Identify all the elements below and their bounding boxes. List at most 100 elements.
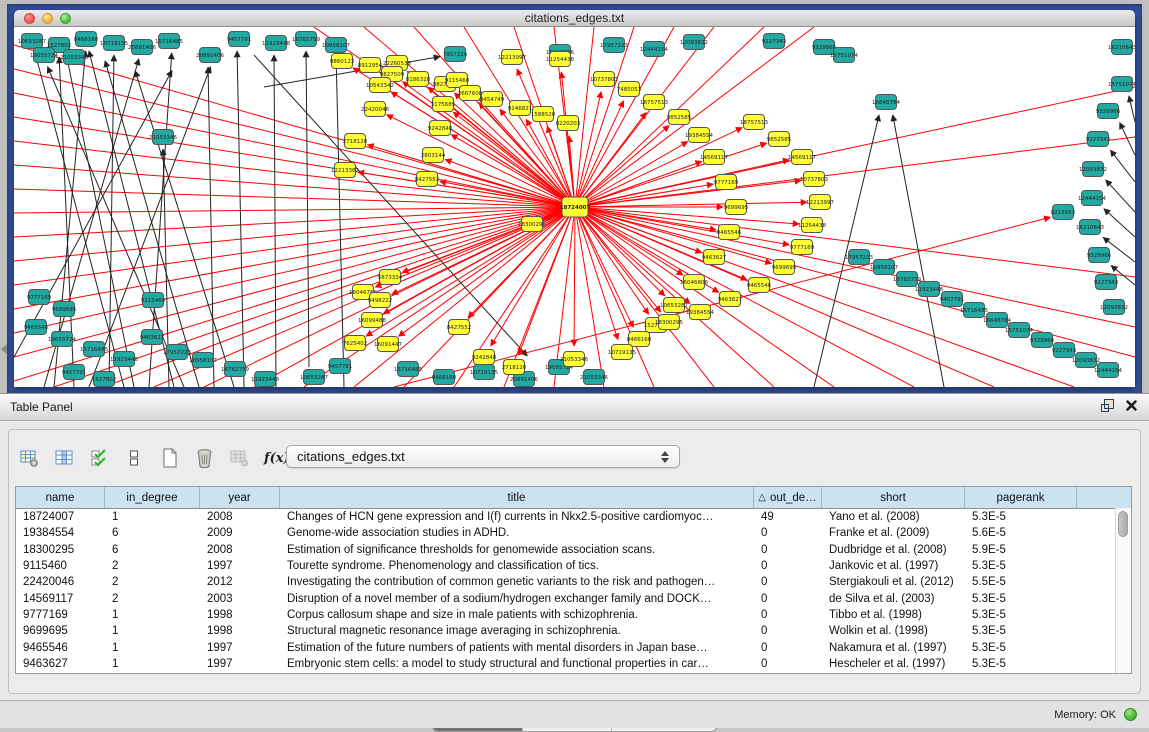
table-row[interactable]: 911546021997Tourette syndrome. Phenomeno… [16,558,1131,574]
table-row[interactable]: 1830029562008Estimation of significance … [16,542,1131,558]
cell-short[interactable]: Yano et al. (2008) [822,511,965,523]
merge-rows-icon[interactable] [124,448,144,468]
cell-in_degree[interactable]: 2 [105,593,200,605]
table-column-icon[interactable] [54,448,74,468]
cell-short[interactable]: Tibbo et al. (1998) [822,609,965,621]
cell-short[interactable]: Jankovic et al. (1997) [822,560,965,572]
column-header-year[interactable]: year [200,487,280,508]
cell-short[interactable]: Nakamura et al. (1997) [822,642,965,654]
cell-title[interactable]: Investigating the contribution of common… [280,576,754,588]
cell-year[interactable]: 2012 [200,576,280,588]
cell-in_degree[interactable]: 1 [105,625,200,637]
cell-name[interactable]: 18724007 [16,511,105,523]
new-document-icon[interactable] [159,448,179,468]
cell-year[interactable]: 1998 [200,609,280,621]
table-row[interactable]: 1872400712008Changes of HCN gene express… [16,509,1131,525]
network-nodes[interactable]: 1065328715278028466160107191352089140619… [18,32,1135,387]
table-row[interactable]: 1938455462009Genome-wide association stu… [16,525,1131,541]
cell-name[interactable]: 19384554 [16,527,105,539]
cell-out_de[interactable]: 0 [754,642,822,654]
cell-name[interactable]: 14569117 [16,593,105,605]
cell-out_de[interactable]: 0 [754,593,822,605]
cell-name[interactable]: 9463627 [16,658,105,670]
cell-title[interactable]: Estimation of significance thresholds fo… [280,544,754,556]
cell-in_degree[interactable]: 2 [105,560,200,572]
cell-pagerank[interactable]: 5.3E-5 [965,560,1077,572]
table-settings-icon[interactable] [19,448,39,468]
cell-year[interactable]: 2009 [200,527,280,539]
cell-out_de[interactable]: 0 [754,527,822,539]
cell-in_degree[interactable]: 1 [105,511,200,523]
cell-in_degree[interactable]: 2 [105,576,200,588]
cell-title[interactable]: Tourette syndrome. Phenomenology and cla… [280,560,754,572]
cell-short[interactable]: Wolkin et al. (1998) [822,625,965,637]
column-header-out_de[interactable]: △out_de… [754,487,822,508]
cell-name[interactable]: 9115460 [16,560,105,572]
cell-out_de[interactable]: 0 [754,560,822,572]
cell-year[interactable]: 1998 [200,625,280,637]
table-row[interactable]: 2242004622012Investigating the contribut… [16,574,1131,590]
cell-pagerank[interactable]: 5.3E-5 [965,511,1077,523]
cell-title[interactable]: Disruption of a novel member of a sodium… [280,593,754,605]
cell-name[interactable]: 18300295 [16,544,105,556]
cell-in_degree[interactable]: 6 [105,544,200,556]
cell-pagerank[interactable]: 5.6E-5 [965,527,1077,539]
memory-status-indicator[interactable] [1124,708,1137,721]
column-header-pagerank[interactable]: pagerank [965,487,1077,508]
cell-pagerank[interactable]: 5.3E-5 [965,658,1077,670]
network-canvas[interactable]: 1065328715278028466160107191352089140619… [14,27,1135,387]
table-row[interactable]: 946554611997Estimation of the future num… [16,639,1131,655]
table-selector-dropdown[interactable]: citations_edges.txt [286,445,680,468]
column-header-title[interactable]: title [280,487,754,508]
cell-title[interactable]: Genome-wide association studies in ADHD. [280,527,754,539]
cell-out_de[interactable]: 0 [754,658,822,670]
delete-trash-icon[interactable] [194,448,214,468]
cell-name[interactable]: 22420046 [16,576,105,588]
cell-title[interactable]: Corpus callosum shape and size in male p… [280,609,754,621]
cell-year[interactable]: 1997 [200,560,280,572]
cell-out_de[interactable]: 49 [754,511,822,523]
cell-year[interactable]: 2008 [200,544,280,556]
panel-divider-handle[interactable] [1,344,7,354]
cell-short[interactable]: Stergiakouli et al. (2012) [822,576,965,588]
cell-short[interactable]: Franke et al. (2009) [822,527,965,539]
cell-short[interactable]: Hescheler et al. (1997) [822,658,965,670]
float-panel-icon[interactable] [1101,399,1114,412]
cell-pagerank[interactable]: 5.3E-5 [965,593,1077,605]
table-vertical-scrollbar[interactable] [1115,508,1131,673]
table-row[interactable]: 1456911722003Disruption of a novel membe… [16,590,1131,606]
cell-name[interactable]: 9699695 [16,625,105,637]
cell-pagerank[interactable]: 5.9E-5 [965,544,1077,556]
cell-name[interactable]: 9465546 [16,642,105,654]
cell-out_de[interactable]: 0 [754,609,822,621]
column-header-name[interactable]: name [16,487,105,508]
network-window[interactable]: citations_edges.txt 10653287152780284661… [14,10,1135,387]
network-window-titlebar[interactable]: citations_edges.txt [14,10,1135,27]
column-header-in_degree[interactable]: in_degree [105,487,200,508]
table-panel-titlebar[interactable]: Table Panel [0,393,1149,421]
table-row[interactable]: 977716911998Corpus callosum shape and si… [16,607,1131,623]
cell-in_degree[interactable]: 1 [105,642,200,654]
cell-pagerank[interactable]: 5.3E-5 [965,642,1077,654]
close-panel-icon[interactable] [1126,400,1137,411]
cell-pagerank[interactable]: 5.5E-5 [965,576,1077,588]
cell-out_de[interactable]: 0 [754,576,822,588]
cell-year[interactable]: 1997 [200,642,280,654]
cell-year[interactable]: 1997 [200,658,280,670]
table-row[interactable]: 969969511998Structural magnetic resonanc… [16,623,1131,639]
cell-in_degree[interactable]: 1 [105,658,200,670]
cell-out_de[interactable]: 0 [754,544,822,556]
cell-title[interactable]: Changes of HCN gene expression and I(f) … [280,511,754,523]
cell-title[interactable]: Structural magnetic resonance image aver… [280,625,754,637]
cell-year[interactable]: 2008 [200,511,280,523]
cell-in_degree[interactable]: 6 [105,527,200,539]
table-row[interactable]: 946362711997Embryonic stem cells: a mode… [16,656,1131,672]
cell-pagerank[interactable]: 5.3E-5 [965,625,1077,637]
cell-year[interactable]: 2003 [200,593,280,605]
select-all-rows-icon[interactable] [89,448,109,468]
scrollbar-thumb[interactable] [1118,511,1128,537]
cell-out_de[interactable]: 0 [754,625,822,637]
cell-name[interactable]: 9777169 [16,609,105,621]
cell-short[interactable]: de Silva et al. (2003) [822,593,965,605]
cell-short[interactable]: Dudbridge et al. (2008) [822,544,965,556]
